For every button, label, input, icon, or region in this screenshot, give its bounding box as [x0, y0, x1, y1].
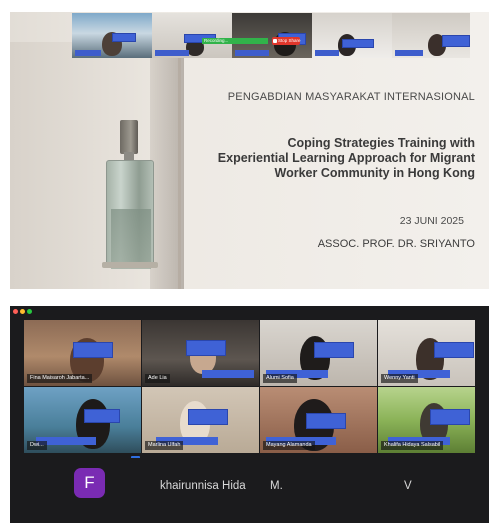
participant-tile[interactable]: Mayang Alamanda	[260, 387, 377, 453]
slide-title: Coping Strategies Training with Experien…	[175, 136, 475, 181]
slide-date: 23 JUNI 2025	[399, 215, 464, 227]
participant-thumbnail[interactable]	[392, 13, 470, 58]
stop-icon	[273, 39, 277, 43]
participant-name-tile[interactable]: khairunnisa Hida	[142, 458, 259, 520]
participant-display-name: V	[404, 480, 412, 492]
participant-tile[interactable]: Wenny Yanti	[378, 320, 475, 386]
participant-name: Alumi Sofia	[263, 374, 297, 383]
participant-name: Ade Lia	[145, 374, 170, 383]
participant-name: Wenny Yanti	[381, 374, 418, 383]
perfume-bottle-image	[102, 120, 158, 269]
participant-tile[interactable]: Fina Maisaroh Jabarta...	[24, 320, 141, 386]
slide-heading: PENGABDIAN MASYARAKAT INTERNASIONAL	[227, 91, 475, 103]
participant-tile[interactable]: Marlina Ulfah	[142, 387, 259, 453]
participant-thumbnail[interactable]	[72, 13, 152, 58]
participant-thumbnail[interactable]	[232, 13, 312, 58]
participant-name-tile[interactable]: V	[378, 458, 475, 520]
participant-avatar-tile[interactable]: F	[24, 458, 141, 520]
screen-share-view: PENGABDIAN MASYARAKAT INTERNASIONAL Copi…	[10, 12, 489, 289]
slide-title-line: Coping Strategies Training with	[287, 136, 475, 150]
gallery-view: Fina Maisaroh Jabarta... Ade Lia Alumi S…	[10, 306, 489, 523]
participant-name-tile[interactable]: M.	[260, 458, 377, 520]
participant-tile[interactable]: Khalifa Hidaya Salsabil	[378, 387, 475, 453]
avatar: F	[74, 468, 105, 498]
participant-tile-active-speaker[interactable]: Alumi Sofia	[260, 320, 377, 386]
participant-tile[interactable]: Dwi...	[24, 387, 141, 453]
participant-thumbnail-strip: Recording... Stop Share	[72, 13, 489, 58]
slide-title-line: Experiential Learning Approach for Migra…	[217, 151, 475, 165]
participant-display-name: khairunnisa Hida	[160, 480, 246, 492]
participant-name: Khalifa Hidaya Salsabil	[381, 441, 444, 450]
stop-share-button[interactable]: Stop Share	[272, 37, 301, 45]
participant-name: Fina Maisaroh Jabarta...	[27, 374, 93, 383]
window-close-icon[interactable]	[13, 309, 18, 314]
participant-name: Marlina Ulfah	[145, 441, 184, 450]
slide-presenter: ASSOC. PROF. DR. SRIYANTO	[317, 238, 475, 250]
participant-name: Mayang Alamanda	[263, 441, 315, 450]
participant-tile[interactable]: Ade Lia	[142, 320, 259, 386]
participant-thumbnail[interactable]	[152, 13, 232, 58]
participant-name: Dwi...	[27, 441, 47, 450]
participant-display-name: M.	[270, 480, 283, 492]
window-minimize-icon[interactable]	[20, 309, 25, 314]
slide-title-line: Worker Community in Hong Kong	[274, 166, 475, 180]
window-maximize-icon[interactable]	[27, 309, 32, 314]
participant-thumbnail[interactable]	[312, 13, 392, 58]
recording-label: Recording...	[204, 38, 229, 43]
